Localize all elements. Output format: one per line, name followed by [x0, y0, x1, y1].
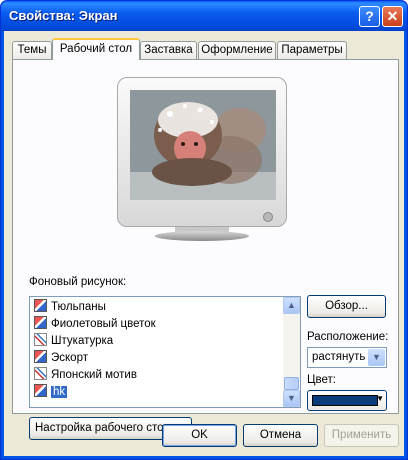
window-title: Свойства: Экран: [9, 8, 118, 23]
background-label: Фоновый рисунок:: [29, 276, 127, 288]
picture-icon: [34, 350, 47, 363]
tab-settings[interactable]: Параметры: [277, 41, 347, 59]
snow-monkey-image: [130, 90, 276, 200]
wallpaper-preview: [130, 90, 276, 200]
list-scrollbar[interactable]: ▲ ▼: [283, 297, 300, 407]
chevron-down-icon: ▼: [376, 394, 384, 403]
tab-appearance[interactable]: Оформление: [198, 41, 276, 59]
monitor-bezel: [117, 77, 287, 227]
list-item-japanese-motif[interactable]: Японский мотив: [34, 367, 137, 383]
background-list[interactable]: Тюльпаны Фиолетовый цветок Штукатурка Эс…: [29, 296, 301, 408]
tab-screensaver[interactable]: Заставка: [140, 41, 197, 59]
color-label: Цвет:: [307, 374, 336, 386]
paint-brush-icon: [34, 367, 47, 380]
position-label: Расположение:: [307, 331, 389, 343]
list-item-hk[interactable]: hk: [34, 384, 68, 400]
monitor-preview: [117, 77, 287, 241]
list-item-escort[interactable]: Эскорт: [34, 350, 88, 366]
title-bar[interactable]: Свойства: Экран ? ✕: [1, 1, 407, 31]
paint-brush-icon: [34, 333, 47, 346]
close-button[interactable]: ✕: [382, 6, 403, 27]
scroll-down-icon[interactable]: ▼: [283, 390, 300, 407]
color-swatch: [312, 395, 378, 406]
dialog-window: Свойства: Экран ? ✕ Темы Рабочий стол За…: [0, 0, 408, 460]
tab-themes[interactable]: Темы: [12, 41, 52, 59]
dialog-body: Темы Рабочий стол Заставка Оформление Па…: [4, 31, 404, 456]
list-item-purple-flower[interactable]: Фиолетовый цветок: [34, 316, 156, 332]
color-picker-button[interactable]: ▼: [307, 390, 387, 411]
scroll-up-icon[interactable]: ▲: [283, 297, 300, 314]
browse-button[interactable]: Обзор...: [307, 295, 386, 318]
list-item-tulips[interactable]: Тюльпаны: [34, 299, 106, 315]
position-select[interactable]: растянуть ▼: [307, 347, 387, 368]
list-item-plaster[interactable]: Штукатурка: [34, 333, 113, 349]
apply-button[interactable]: Применить: [324, 424, 399, 447]
power-led: [263, 212, 273, 222]
picture-icon: [34, 384, 47, 397]
monitor-stand: [155, 231, 249, 241]
picture-icon: [34, 299, 47, 312]
position-value: растянуть: [312, 351, 366, 363]
cancel-button[interactable]: Отмена: [243, 424, 318, 447]
tab-panel: Фоновый рисунок: Тюльпаны Фиолетовый цве…: [12, 59, 399, 440]
help-button[interactable]: ?: [359, 6, 380, 27]
scroll-thumb[interactable]: [284, 377, 299, 390]
tab-desktop[interactable]: Рабочий стол: [52, 38, 140, 60]
picture-icon: [34, 316, 47, 329]
chevron-down-icon[interactable]: ▼: [368, 349, 385, 366]
ok-button[interactable]: OK: [162, 424, 237, 447]
